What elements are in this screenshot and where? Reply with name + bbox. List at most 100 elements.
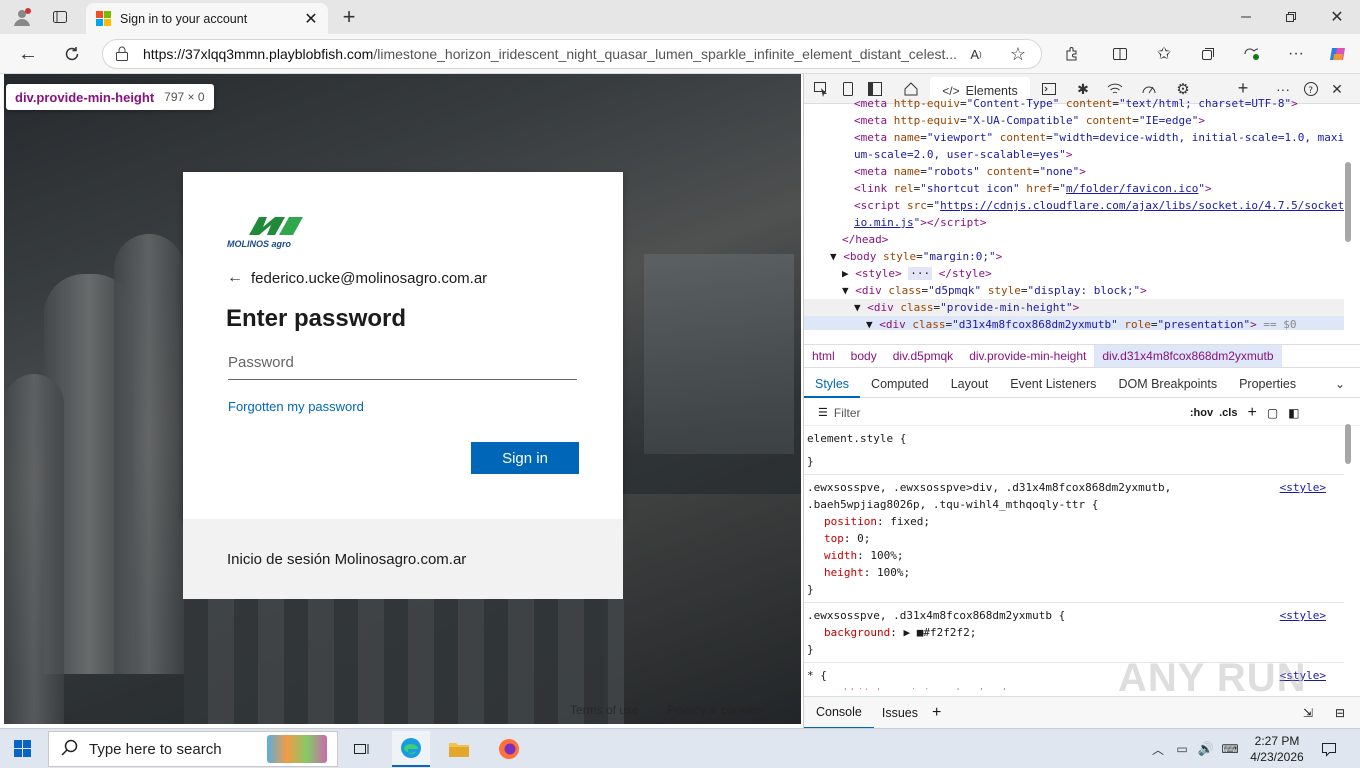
css-rule[interactable]: element.style {} [804, 426, 1344, 475]
input-language-icon[interactable]: ⌨ [1220, 739, 1240, 759]
breadcrumb-item[interactable]: div.d31x4m8fcox868dm2yxmutb [1094, 345, 1282, 367]
copilot-icon[interactable] [1326, 42, 1350, 66]
dom-node-line[interactable]: <meta name="robots" content="none"> [804, 163, 1344, 180]
css-selector: element.style { [807, 432, 907, 445]
elements-dom-tree[interactable]: <meta http-equiv="Content-Type" content=… [804, 95, 1344, 330]
email-display: federico.ucke@molinosagro.com.ar [251, 269, 488, 287]
signin-button[interactable]: Sign in [471, 442, 579, 474]
edge-taskbar-icon[interactable] [392, 731, 430, 767]
dom-node-line[interactable]: ▶ <style> ··· </style> [804, 265, 1344, 282]
css-rule[interactable]: .ewxsosspve, .ewxsosspve>div, .d31x4m8fc… [804, 475, 1344, 603]
styles-subtab[interactable]: Properties [1228, 377, 1307, 391]
profile-avatar-icon[interactable] [8, 4, 36, 30]
close-tab-icon[interactable]: ✕ [300, 9, 322, 29]
dom-node-line[interactable]: ▼ <div class="d5pmqk" style="display: bl… [804, 282, 1344, 299]
system-clock[interactable]: 2:27 PM 4/23/2026 [1244, 733, 1310, 765]
add-drawer-tab-icon[interactable]: + [932, 704, 941, 722]
css-rule-close: } [807, 455, 814, 468]
css-source-link[interactable]: <style> [1280, 607, 1326, 624]
network-status-icon[interactable]: ▭ [1172, 739, 1192, 759]
dom-node-line[interactable]: io.min.js"></script> [804, 214, 1344, 231]
computed-sidebar-icon[interactable]: ◧ [1288, 406, 1299, 420]
cls-toggle[interactable]: .cls [1219, 407, 1237, 419]
breadcrumb-item[interactable]: body [843, 349, 885, 363]
tab-actions-icon[interactable] [46, 4, 74, 30]
new-rule-plus-icon[interactable]: + [1247, 404, 1256, 422]
task-view-icon[interactable] [350, 737, 374, 761]
css-declaration[interactable]: top: 0; [807, 530, 1344, 547]
css-declaration[interactable]: height: 100%; [807, 564, 1344, 581]
breadcrumb-item[interactable]: div.d5pmqk [885, 349, 961, 363]
dom-node-line[interactable]: ▼ <body style="margin:0;"> [804, 248, 1344, 265]
windows-start-icon[interactable] [10, 737, 36, 761]
dom-node-line[interactable]: <meta name="viewport" content="width=dev… [804, 129, 1344, 146]
dom-node-line[interactable]: </head> [804, 231, 1344, 248]
password-field[interactable]: Password [228, 348, 577, 380]
firefox-icon[interactable] [496, 735, 522, 763]
restore-icon[interactable] [1277, 4, 1305, 30]
styles-subtab[interactable]: Event Listeners [999, 377, 1107, 391]
taskbar-search[interactable]: Type here to search [48, 731, 338, 767]
more-menu-icon[interactable]: ··· [1284, 42, 1308, 66]
read-aloud-icon[interactable]: A) [964, 42, 988, 66]
dom-node-line[interactable]: <link rel="shortcut icon" href="m/folder… [804, 180, 1344, 197]
forgot-password-link[interactable]: Forgotten my password [228, 399, 364, 414]
show-hidden-icons-icon[interactable]: ︿ [1148, 739, 1168, 759]
styles-subtab[interactable]: Computed [860, 377, 940, 391]
back-arrow-icon[interactable]: ← [227, 269, 243, 287]
hov-toggle[interactable]: :hov [1190, 407, 1213, 419]
lock-icon[interactable] [115, 46, 129, 62]
url-path: /limestone_horizon_iridescent_night_quas… [373, 46, 958, 62]
chevron-down-icon[interactable]: ⌄ [1330, 374, 1350, 394]
volume-icon[interactable]: 🔊 [1196, 739, 1216, 759]
css-rule-close: } [807, 583, 814, 596]
favorites-icon[interactable]: ✩ [1152, 42, 1176, 66]
css-rule[interactable]: .ewxsosspve, .d31x4m8fcox868dm2yxmutb {<… [804, 603, 1344, 663]
styles-subtab[interactable]: Styles [804, 377, 861, 398]
filter-input[interactable]: Filter [834, 406, 1174, 420]
close-window-icon[interactable]: ✕ [1323, 4, 1351, 30]
tab-issues[interactable]: Issues [874, 698, 926, 728]
styles-subtab[interactable]: Layout [940, 377, 1000, 391]
back-arrow-icon[interactable]: ← [14, 40, 42, 68]
css-declaration[interactable]: width: 100%; [807, 547, 1344, 564]
terms-link[interactable]: Terms of use [570, 703, 639, 717]
dom-node-line[interactable]: ▼ <div class="d31x4m8fcox868dm2yxmutb" r… [804, 316, 1344, 330]
dock-side-icon[interactable]: ⇲ [1303, 706, 1313, 720]
css-source-link[interactable]: <style> [1280, 479, 1326, 496]
identity-row[interactable]: ← federico.ucke@molinosagro.com.ar [227, 269, 487, 287]
drawer-toggle-icon[interactable]: ⊟ [1335, 706, 1345, 720]
favorite-star-icon[interactable]: ☆ [1006, 42, 1030, 66]
styles-subtab[interactable]: DOM Breakpoints [1107, 377, 1228, 391]
css-declaration[interactable]: position: fixed; [807, 513, 1344, 530]
privacy-link[interactable]: Privacy & cookies [667, 703, 762, 717]
extensions-icon[interactable] [1060, 42, 1084, 66]
minimize-icon[interactable] [1232, 4, 1260, 30]
dom-tree-scrollbar[interactable] [1345, 162, 1351, 242]
tab-console[interactable]: Console [804, 697, 874, 729]
new-tab-icon[interactable]: + [336, 4, 362, 30]
refresh-icon[interactable] [58, 40, 86, 68]
breadcrumb-item[interactable]: html [804, 349, 843, 363]
active-tab[interactable]: Sign in to your account ✕ [86, 3, 328, 34]
dom-node-line[interactable]: um-scale=2.0, user-scalable=yes"> [804, 146, 1344, 163]
dom-node-line[interactable]: <meta http-equiv="X-UA-Compatible" conte… [804, 112, 1344, 129]
split-screen-icon[interactable] [1108, 42, 1132, 66]
molinos-agro-logo: MOLINOS agro [227, 215, 307, 253]
dom-node-line[interactable]: <meta http-equiv="Content-Type" content=… [804, 95, 1344, 112]
collections-icon[interactable] [1196, 42, 1220, 66]
notifications-icon[interactable] [1318, 739, 1340, 759]
css-declaration[interactable]: background: ▶ ■#f2f2f2; [807, 624, 1344, 641]
styles-scrollbar[interactable] [1345, 424, 1351, 464]
filter-icon: ☰ [818, 407, 828, 419]
browser-essentials-icon[interactable] [1240, 42, 1264, 66]
styles-pane[interactable]: element.style {} .ewxsosspve, .ewxsosspve… [804, 426, 1344, 690]
paint-brush-icon[interactable]: ▢ [1267, 406, 1278, 420]
breadcrumb: html body div.d5pmqk div.provide-min-height… [804, 344, 1360, 368]
dom-node-line[interactable]: ▼ <div class="provide-min-height"> [804, 299, 1344, 316]
more-footer-icon[interactable]: ... [789, 703, 799, 717]
breadcrumb-item[interactable]: div.provide-min-height [961, 349, 1094, 363]
dom-node-line[interactable]: <script src="https://cdnjs.cloudflare.co… [804, 197, 1344, 214]
file-explorer-icon[interactable] [446, 735, 472, 763]
url-bar[interactable]: https://37xlqq3mmn.playblobfish.com/lime… [102, 39, 1042, 69]
